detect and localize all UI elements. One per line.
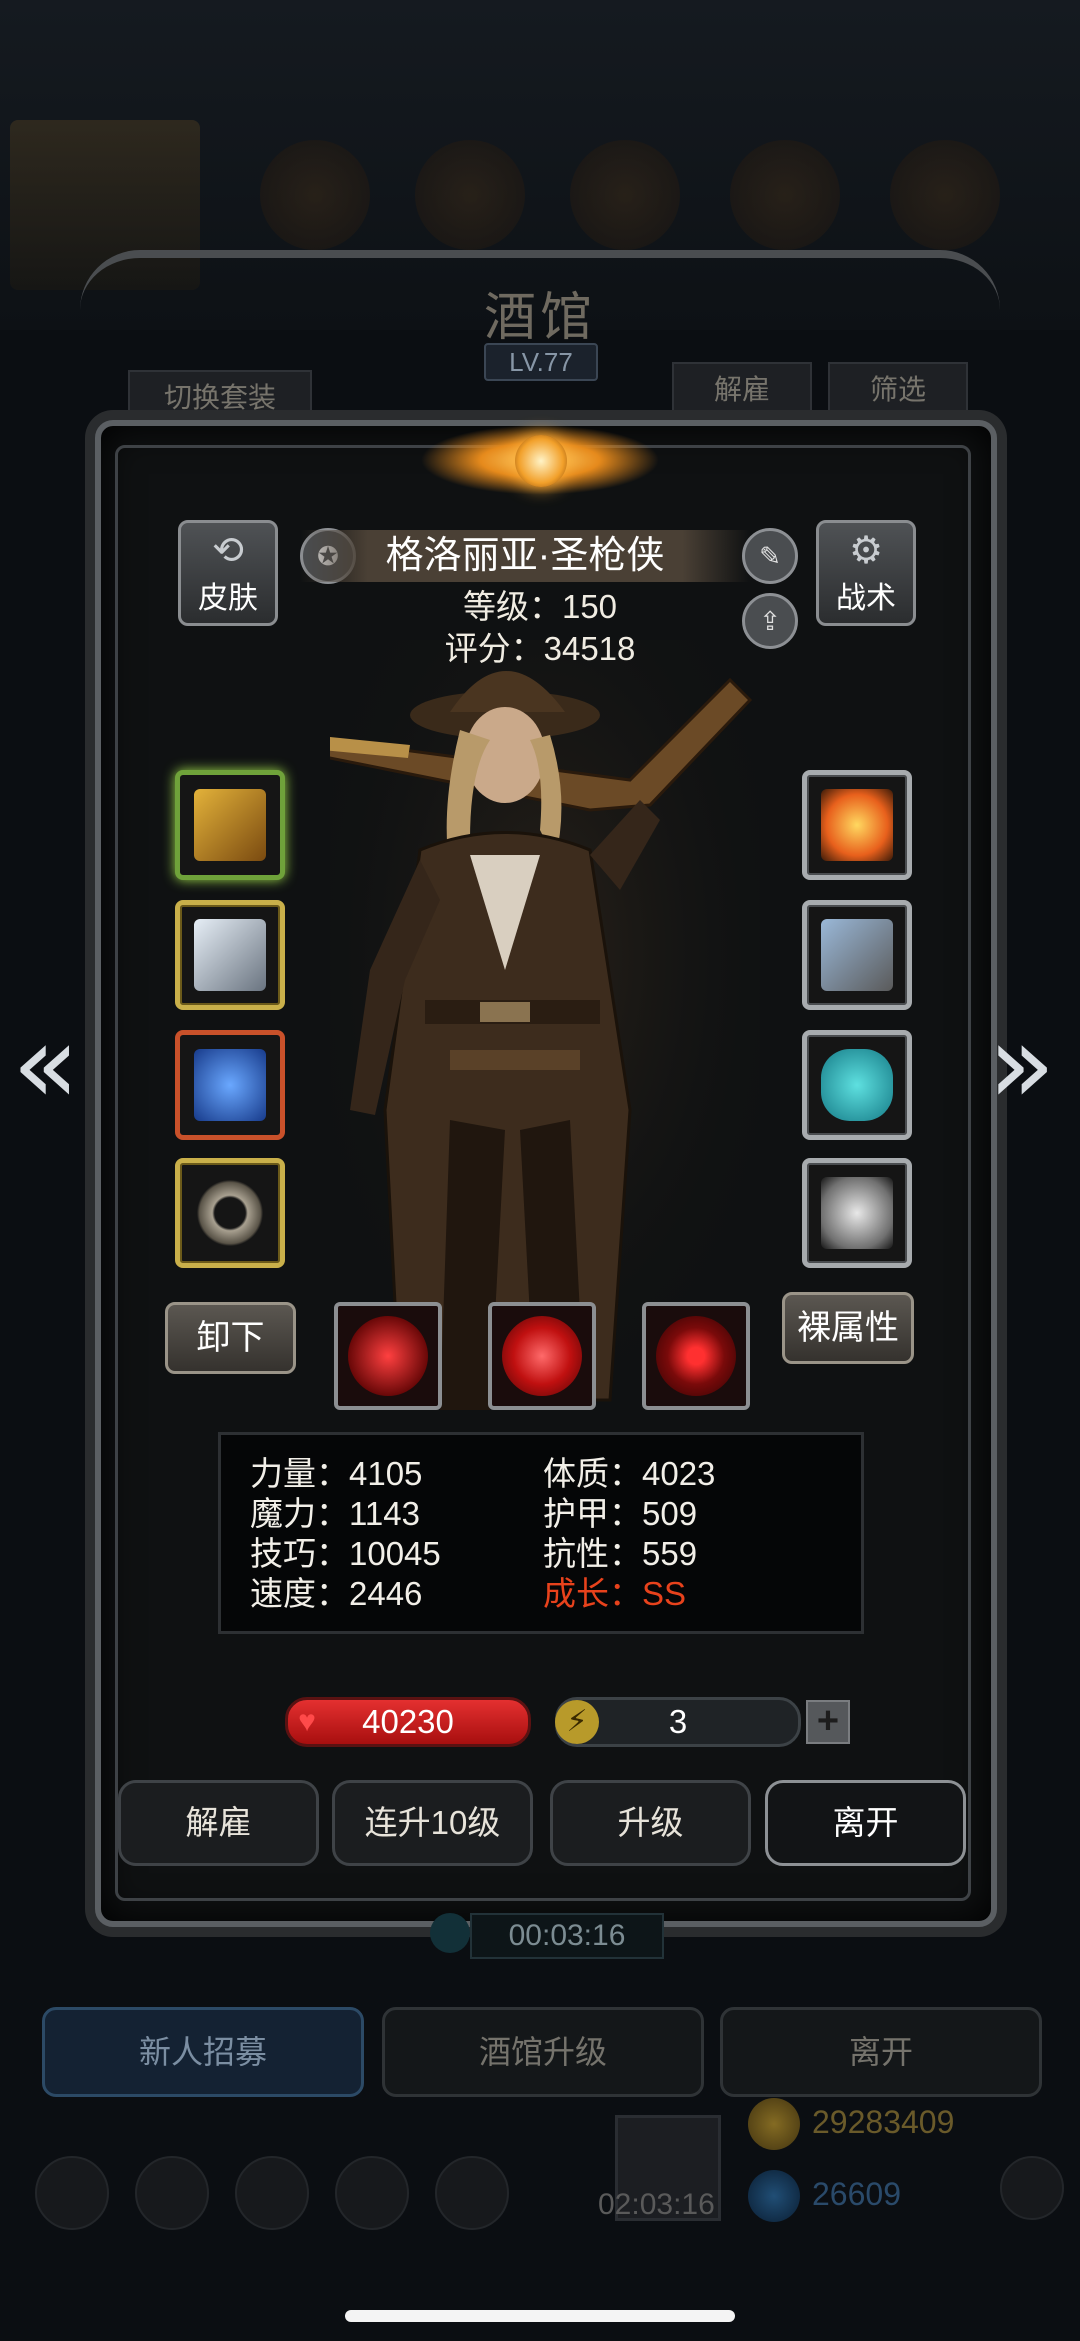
skill-slot-2[interactable] — [488, 1302, 596, 1410]
hero-score: 评分：34518 — [444, 630, 636, 667]
bottom-menu-icon-3[interactable] — [235, 2156, 309, 2230]
stat-strength: 力量：4105 — [250, 1455, 423, 1492]
equip-slot-armor[interactable] — [175, 900, 285, 1010]
equip-slot-fire[interactable] — [802, 770, 912, 880]
timer-icon — [430, 1913, 470, 1953]
hero-name: 格洛丽亚·圣枪侠 — [300, 530, 750, 582]
recruit-timer: 00:03:16 — [470, 1913, 664, 1959]
equip-slot-weapon[interactable] — [175, 770, 285, 880]
leave-button[interactable]: 离开 — [765, 1780, 966, 1866]
stat-growth: 成长：SS — [543, 1575, 687, 1612]
crosshair-skill-icon — [348, 1316, 428, 1396]
menu-icon-2 — [415, 140, 525, 250]
hero-level: 等级：150 — [462, 588, 618, 625]
ore-icon — [821, 919, 893, 991]
ring-icon — [194, 1177, 266, 1249]
raw-attributes-button[interactable]: 裸属性 — [782, 1292, 914, 1364]
stats-left-column: 力量：4105 魔力：1143 技巧：10045 速度：2446 — [250, 1454, 530, 1614]
bottom-menu-icon-5[interactable] — [435, 2156, 509, 2230]
stat-armor: 护甲：509 — [543, 1495, 698, 1532]
chest-timer: 02:03:16 — [598, 2188, 715, 2221]
gear-icon: ⚙ — [848, 530, 884, 572]
sapphire-icon — [194, 1049, 266, 1121]
gold-coin-icon — [748, 2098, 800, 2150]
fire-icon — [821, 789, 893, 861]
add-energy-button[interactable]: + — [806, 1700, 850, 1744]
target-skill-icon — [656, 1316, 736, 1396]
equip-slot-ore[interactable] — [802, 900, 912, 1010]
unequip-button[interactable]: 卸下 — [165, 1302, 296, 1374]
tab-tavern-upgrade[interactable]: 酒馆升级 — [382, 2007, 704, 2097]
turquoise-icon — [821, 1049, 893, 1121]
armor-icon — [194, 919, 266, 991]
stats-right-column: 体质：4023 护甲：509 抗性：559 成长：SS — [543, 1454, 823, 1614]
gem-icon — [748, 2170, 800, 2222]
skill-slot-3[interactable] — [642, 1302, 750, 1410]
tab-leave[interactable]: 离开 — [720, 2007, 1042, 2097]
vortex-skill-icon — [502, 1316, 582, 1396]
equip-slot-gem[interactable] — [175, 1030, 285, 1140]
upgrade-button[interactable]: 升级 — [550, 1780, 751, 1866]
level-up-10-button[interactable]: 连升10级 — [332, 1780, 533, 1866]
bottom-menu-icon-1[interactable] — [35, 2156, 109, 2230]
equip-slot-stone[interactable] — [802, 1030, 912, 1140]
equip-slot-ring[interactable] — [175, 1158, 285, 1268]
skill-slot-1[interactable] — [334, 1302, 442, 1410]
bottom-menu-icon-4[interactable] — [335, 2156, 409, 2230]
equip-slot-tree[interactable] — [802, 1158, 912, 1268]
stat-speed: 速度：2446 — [250, 1575, 423, 1612]
gold-amount: 29283409 — [812, 2104, 955, 2140]
add-currency-icon[interactable] — [1000, 2156, 1064, 2220]
menu-icon-4 — [730, 140, 840, 250]
lightning-icon: ⚡ — [555, 1700, 599, 1744]
stat-constitution: 体质：4023 — [543, 1455, 716, 1492]
tree-icon — [821, 1177, 893, 1249]
previous-hero-arrow-icon[interactable]: « — [12, 1000, 79, 1128]
stat-skill: 技巧：10045 — [250, 1535, 441, 1572]
dismiss-button[interactable]: 解雇 — [118, 1780, 319, 1866]
stat-magic: 魔力：1143 — [250, 1495, 420, 1532]
home-indicator[interactable] — [345, 2310, 735, 2322]
menu-icon-1 — [260, 140, 370, 250]
rifle-icon — [194, 789, 266, 861]
next-hero-arrow-icon[interactable]: » — [988, 1000, 1055, 1128]
stat-resistance: 抗性：559 — [543, 1535, 698, 1572]
rank-emblem-icon — [515, 435, 567, 487]
gem-amount: 26609 — [812, 2176, 901, 2212]
rename-edit-icon[interactable]: ✎ — [742, 528, 798, 584]
bottom-menu-icon-2[interactable] — [135, 2156, 209, 2230]
heart-icon: ♥ — [298, 1705, 316, 1738]
refresh-icon: ⟲ — [212, 530, 244, 572]
menu-icon-3 — [570, 140, 680, 250]
menu-icon-5 — [890, 140, 1000, 250]
tab-new-recruit[interactable]: 新人招募 — [42, 2007, 364, 2097]
